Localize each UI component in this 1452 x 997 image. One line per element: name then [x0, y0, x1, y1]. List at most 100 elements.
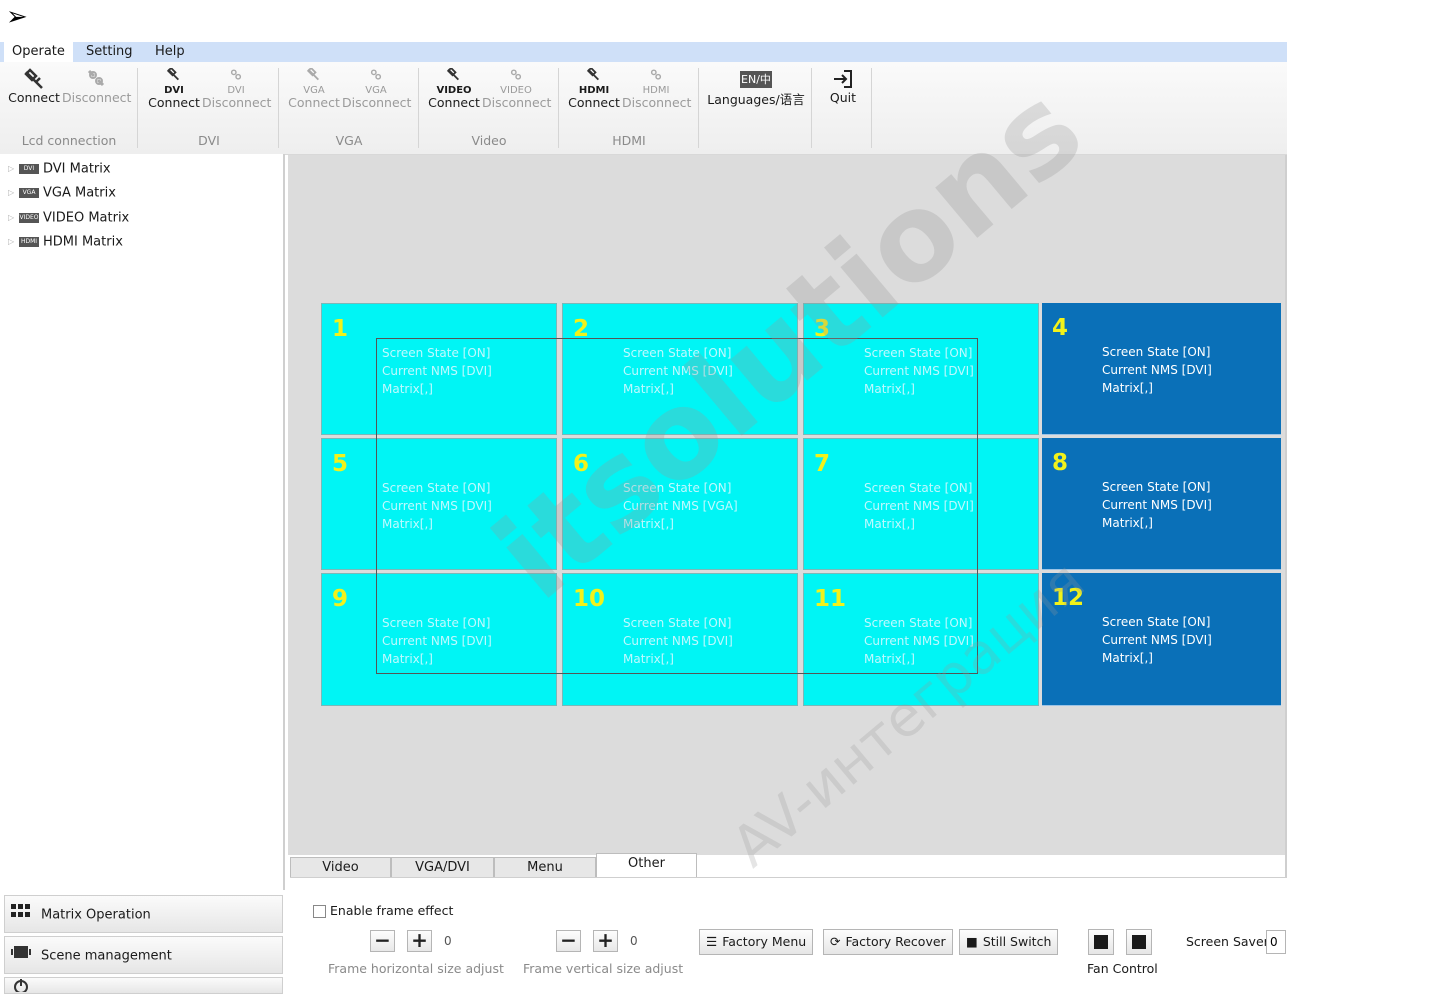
refresh-icon: ⟳ [830, 934, 841, 949]
screen-info: Screen State [ON] Current NMS [DVI] Matrix… [864, 479, 974, 533]
tree-item-label: VGA Matrix [43, 185, 116, 201]
screen-cell-4[interactable]: 4 Screen State [ON] Current NMS [DVI] Matri… [1042, 303, 1281, 435]
screen-number: 9 [332, 586, 349, 612]
matrix-value: Matrix[,] [623, 652, 674, 666]
screen-info: Screen State [ON] Current NMS [VGA] Matrix… [623, 479, 738, 533]
screen-cell-6[interactable]: 6 Screen State [ON] Current NMS [VGA] Matri… [562, 438, 798, 570]
matrix-value: Matrix[,] [623, 517, 674, 531]
lcd-nav-button[interactable] [4, 977, 283, 994]
menu-setting[interactable]: Setting [78, 42, 141, 62]
screen-state: Screen State [ON] [382, 481, 491, 495]
matrix-value: Matrix[,] [864, 652, 915, 666]
plug-connect-icon [446, 68, 460, 81]
current-nms: Current NMS [DVI] [1102, 498, 1212, 512]
ribbon-separator [418, 68, 419, 148]
exit-icon [834, 70, 852, 88]
languages-button[interactable]: EN/中 Languages/语言 [706, 68, 806, 107]
tab-other[interactable]: Other [596, 853, 697, 877]
screen-cell-8[interactable]: 8 Screen State [ON] Current NMS [DVI] Matri… [1042, 438, 1281, 570]
tree-item-label: DVI Matrix [43, 161, 111, 177]
screen-state: Screen State [ON] [623, 616, 732, 630]
matrix-operation-button[interactable]: Matrix Operation [4, 895, 283, 933]
hdmi-connect-button[interactable]: HDMI Connect [568, 68, 620, 110]
screen-cell-7[interactable]: 7 Screen State [ON] Current NMS [DVI] Matri… [803, 438, 1039, 570]
tree-item-hdmi-matrix[interactable]: ▷ HDMI HDMI Matrix [8, 232, 123, 252]
menu-operate[interactable]: Operate [4, 42, 73, 62]
current-nms: Current NMS [DVI] [382, 499, 492, 513]
screen-cell-10[interactable]: 10 Screen State [ON] Current NMS [DVI] Matr… [562, 573, 798, 706]
ribbon-separator [811, 68, 812, 148]
video-disconnect-label: Disconnect [482, 95, 552, 110]
plug-disconnect-icon [370, 69, 382, 80]
frame-h-plus-button[interactable]: + [407, 930, 432, 952]
lcd-disconnect-button[interactable]: Disconnect [62, 68, 131, 105]
language-icon: EN/中 [740, 71, 772, 88]
tree-item-dvi-matrix[interactable]: ▷ DVI DVI Matrix [8, 159, 111, 179]
matrix-value: Matrix[,] [1102, 651, 1153, 665]
quit-label: Quit [829, 90, 857, 105]
screen-state: Screen State [ON] [864, 346, 973, 360]
screen-state: Screen State [ON] [382, 346, 491, 360]
tree-item-vga-matrix[interactable]: ▷ VGA VGA Matrix [8, 183, 116, 203]
enable-frame-effect-checkbox[interactable] [313, 905, 326, 918]
dvi-disconnect-button[interactable]: DVI Disconnect [202, 68, 271, 110]
tab-menu[interactable]: Menu [494, 857, 596, 877]
vga-connect-label: Connect [288, 95, 340, 110]
languages-label: Languages/语言 [707, 92, 805, 107]
screen-cell-9[interactable]: 9 Screen State [ON] Current NMS [DVI] Matri… [321, 573, 557, 706]
list-icon: ☰ [706, 934, 718, 949]
screen-info: Screen State [ON] Current NMS [DVI] Matrix… [623, 344, 733, 398]
lcd-connect-button[interactable]: Connect [8, 68, 60, 105]
tab-vga-dvi[interactable]: VGA/DVI [391, 857, 494, 877]
frame-v-minus-button[interactable]: − [556, 930, 581, 952]
expand-triangle-icon[interactable]: ▷ [8, 183, 17, 203]
fan-on-button[interactable] [1088, 929, 1114, 955]
matrix-value: Matrix[,] [864, 517, 915, 531]
dvi-connect-button[interactable]: DVI Connect [148, 68, 200, 110]
factory-recover-button[interactable]: ⟳ Factory Recover [823, 929, 953, 955]
expand-triangle-icon[interactable]: ▷ [8, 159, 17, 179]
plug-connect-icon [24, 68, 43, 89]
screen-number: 10 [573, 586, 606, 612]
plug-connect-icon [166, 68, 180, 81]
frame-v-plus-button[interactable]: + [593, 930, 618, 952]
screen-info: Screen State [ON] Current NMS [DVI] Matrix… [382, 479, 492, 533]
expand-triangle-icon[interactable]: ▷ [8, 208, 17, 228]
scene-icon [11, 937, 33, 975]
screen-info: Screen State [ON] Current NMS [DVI] Matrix… [864, 614, 974, 668]
screen-info: Screen State [ON] Current NMS [DVI] Matrix… [864, 344, 974, 398]
screen-cell-1[interactable]: 1 Screen State [ON] Current NMS [DVI] Matri… [321, 303, 557, 435]
screen-number: 1 [332, 316, 349, 342]
screen-cell-3[interactable]: 3 Screen State [ON] Current NMS [DVI] Matri… [803, 303, 1039, 435]
frame-h-label: Frame horizontal size adjust [328, 961, 504, 976]
factory-menu-button[interactable]: ☰ Factory Menu [699, 929, 814, 955]
tree-item-video-matrix[interactable]: ▷ VIDEO VIDEO Matrix [8, 208, 129, 228]
screen-cell-5[interactable]: 5 Screen State [ON] Current NMS [DVI] Matri… [321, 438, 557, 570]
screen-info: Screen State [ON] Current NMS [DVI] Matrix… [1102, 478, 1212, 532]
menu-help[interactable]: Help [147, 42, 193, 62]
video-connect-button[interactable]: VIDEO Connect [428, 68, 480, 110]
enable-frame-effect-label: Enable frame effect [330, 903, 454, 918]
screen-number: 11 [814, 586, 847, 612]
video-disconnect-button[interactable]: VIDEO Disconnect [482, 68, 552, 110]
screen-saver-input[interactable] [1266, 930, 1286, 954]
expand-triangle-icon[interactable]: ▷ [8, 232, 17, 252]
quit-button[interactable]: Quit [822, 68, 864, 105]
frame-h-minus-button[interactable]: − [370, 930, 395, 952]
tab-video[interactable]: Video [290, 857, 391, 877]
ribbon-separator [698, 68, 699, 148]
scene-management-button[interactable]: Scene management [4, 936, 283, 974]
screen-cell-12[interactable]: 12 Screen State [ON] Current NMS [DVI] Matr… [1042, 573, 1281, 706]
current-nms: Current NMS [DVI] [382, 634, 492, 648]
dvi-connect-label: Connect [148, 95, 200, 110]
vga-disconnect-button[interactable]: VGA Disconnect [342, 68, 411, 110]
screen-state: Screen State [ON] [864, 616, 973, 630]
hdmi-disconnect-button[interactable]: HDMI Disconnect [622, 68, 691, 110]
fan-off-button[interactable] [1126, 929, 1152, 955]
screen-cell-11[interactable]: 11 Screen State [ON] Current NMS [DVI] Matr… [803, 573, 1039, 706]
matrix-value: Matrix[,] [382, 517, 433, 531]
screen-cell-2[interactable]: 2 Screen State [ON] Current NMS [DVI] Matri… [562, 303, 798, 435]
vga-connect-button[interactable]: VGA Connect [288, 68, 340, 110]
still-switch-button[interactable]: ■ Still Switch [959, 929, 1059, 955]
dvi-tag-icon: DVI [19, 164, 39, 174]
